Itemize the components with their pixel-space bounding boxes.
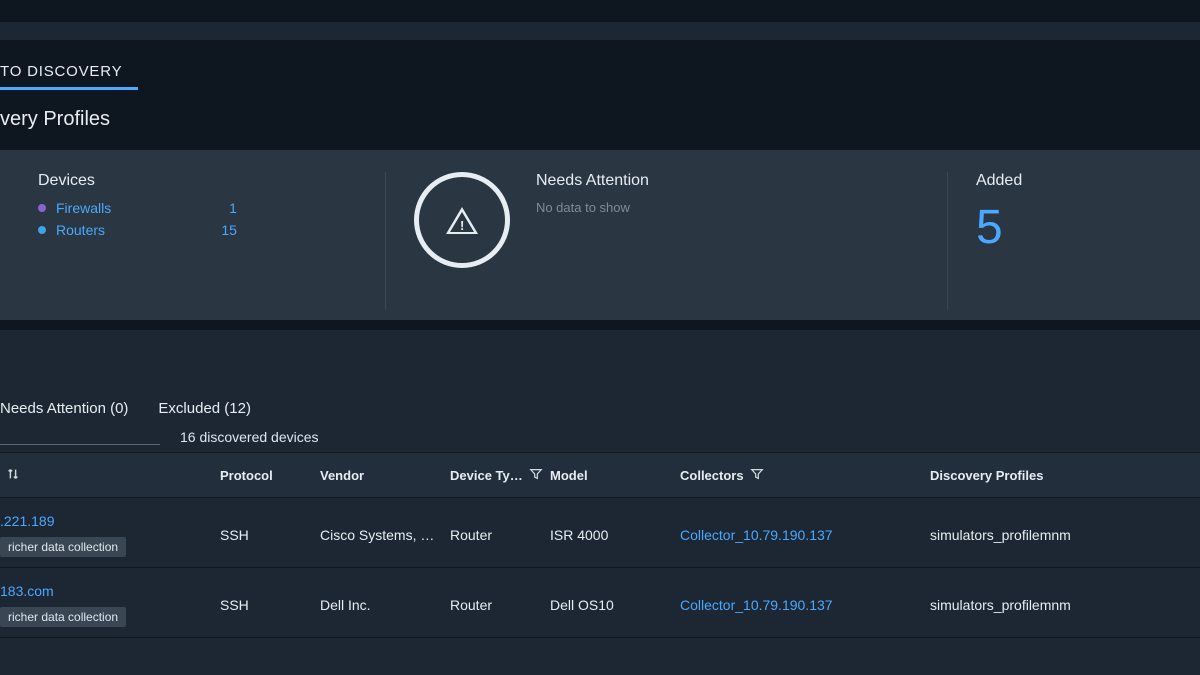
col-device-type-label: Device Ty… (450, 468, 523, 483)
cell-profile: simulators_profilemnm (930, 527, 1190, 543)
legend-label[interactable]: Firewalls (56, 200, 111, 216)
summary-added-count[interactable]: 5 (976, 200, 1162, 255)
legend-dot-icon (38, 204, 46, 212)
filter-icon[interactable] (529, 467, 543, 484)
summary-attention: ! Needs Attention No data to show (385, 172, 947, 310)
cell-collector-link[interactable]: Collector_10.79.190.137 (680, 597, 930, 613)
primary-tabbar: TO DISCOVERY (0, 40, 1200, 90)
legend-row-routers[interactable]: Routers 15 (38, 222, 357, 238)
discovered-count: 16 discovered devices (180, 429, 319, 445)
col-device-type[interactable]: Device Ty… (450, 467, 550, 484)
table-header: Protocol Vendor Device Ty… Model Collect… (0, 452, 1200, 498)
divider (0, 320, 1200, 330)
cell-device-type: Router (450, 597, 550, 613)
col-vendor[interactable]: Vendor (320, 468, 450, 483)
cell-profile: simulators_profilemnm (930, 597, 1190, 613)
cell-protocol: SSH (220, 527, 320, 543)
summary-added: Added 5 (947, 172, 1190, 310)
cell-protocol: SSH (220, 597, 320, 613)
search-input[interactable] (0, 444, 160, 445)
col-discovery-profiles[interactable]: Discovery Profiles (930, 468, 1190, 483)
page-title: very Profiles (0, 90, 1200, 150)
table-row[interactable]: 183.com richer data collection SSH Dell … (0, 568, 1200, 638)
window-topbar (0, 0, 1200, 22)
cell-device-type: Router (450, 527, 550, 543)
cell-vendor: Dell Inc. (320, 597, 450, 613)
device-badge: richer data collection (0, 607, 126, 627)
tab-auto-discovery[interactable]: TO DISCOVERY (0, 49, 126, 90)
filter-icon[interactable] (750, 467, 764, 484)
cell-model: ISR 4000 (550, 527, 680, 543)
sort-icon[interactable] (6, 467, 20, 484)
legend-count: 15 (221, 222, 357, 238)
warning-icon: ! (446, 207, 478, 234)
device-name-link[interactable]: 183.com (0, 583, 54, 599)
col-collectors[interactable]: Collectors (680, 467, 930, 484)
filter-tabs: Needs Attention (0) Excluded (12) (0, 400, 1200, 429)
legend-count: 1 (229, 200, 357, 216)
spacer (0, 22, 1200, 40)
table-meta: 16 discovered devices (0, 429, 1200, 452)
tab-needs-attention[interactable]: Needs Attention (0) (0, 400, 128, 417)
legend-dot-icon (38, 226, 46, 234)
col-model[interactable]: Model (550, 468, 680, 483)
spacer (0, 330, 1200, 400)
cell-collector-link[interactable]: Collector_10.79.190.137 (680, 527, 930, 543)
summary-panel: Devices Firewalls 1 Routers 15 ! Needs A… (0, 150, 1200, 320)
col-collectors-label: Collectors (680, 468, 744, 483)
summary-attention-empty: No data to show (536, 200, 649, 215)
table-row[interactable]: .221.189 richer data collection SSH Cisc… (0, 498, 1200, 568)
col-name[interactable] (0, 467, 220, 484)
summary-added-title: Added (976, 172, 1162, 190)
cell-model: Dell OS10 (550, 597, 680, 613)
col-protocol[interactable]: Protocol (220, 468, 320, 483)
legend-row-firewalls[interactable]: Firewalls 1 (38, 200, 357, 216)
legend-label[interactable]: Routers (56, 222, 105, 238)
attention-ring-icon: ! (414, 172, 510, 268)
summary-devices-title: Devices (38, 172, 357, 190)
summary-devices: Devices Firewalls 1 Routers 15 (10, 172, 385, 310)
devices-table: Protocol Vendor Device Ty… Model Collect… (0, 452, 1200, 638)
device-badge: richer data collection (0, 537, 126, 557)
cell-vendor: Cisco Systems, … (320, 527, 450, 543)
tab-excluded[interactable]: Excluded (12) (158, 400, 251, 417)
summary-attention-title: Needs Attention (536, 172, 649, 190)
device-name-link[interactable]: .221.189 (0, 513, 55, 529)
